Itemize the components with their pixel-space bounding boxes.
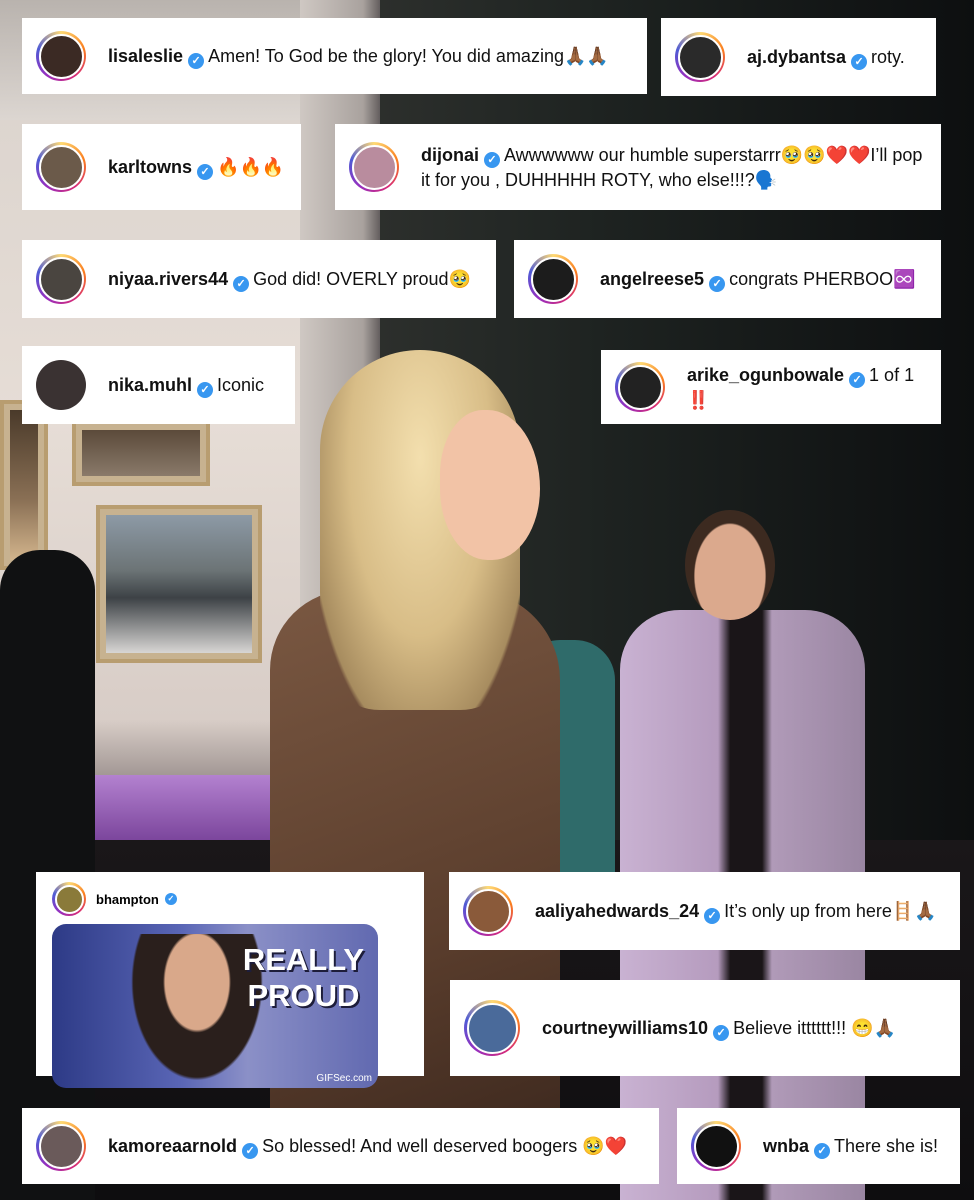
- verified-icon: ✓: [233, 275, 250, 292]
- verified-icon: ✓: [197, 381, 214, 398]
- avatar[interactable]: [36, 31, 86, 81]
- comment-text: God did! OVERLY proud🥹: [253, 268, 471, 289]
- verified-icon: ✓: [709, 275, 726, 292]
- comment-card: niyaa.rivers44 ✓ God did! OVERLY proud🥹: [22, 240, 496, 318]
- avatar[interactable]: [464, 1000, 520, 1056]
- gif-comment-card: bhampton ✓ REALLY PROUD GIFSec.com: [36, 872, 424, 1088]
- wall-frame: [72, 420, 210, 486]
- username[interactable]: angelreese5: [600, 269, 704, 289]
- wall-frame-left: [0, 400, 48, 570]
- avatar[interactable]: [36, 254, 86, 304]
- verified-icon: ✓: [164, 893, 177, 905]
- username[interactable]: kamoreaarnold: [108, 1136, 237, 1156]
- username[interactable]: aj.dybantsa: [747, 47, 846, 67]
- username[interactable]: karltowns: [108, 157, 192, 177]
- comment-card: angelreese5 ✓ congrats PHERBOO♾️: [514, 240, 941, 318]
- verified-icon: ✓: [849, 371, 866, 388]
- comment-card: arike_ogunbowale ✓ 1 of 1 ‼️: [601, 350, 941, 424]
- comment-card: kamoreaarnold ✓ So blessed! And well deser…: [22, 1108, 659, 1184]
- avatar[interactable]: [528, 254, 578, 304]
- verified-icon: ✓: [704, 907, 721, 924]
- comment-text: It’s only up from here🪜🙏🏾: [724, 900, 937, 921]
- wall-frame-photo: [96, 505, 262, 663]
- person-lavender-jacket: [620, 510, 870, 1200]
- comment-text: Believe itttttt!!! 😁🙏🏾: [733, 1017, 896, 1038]
- avatar[interactable]: [615, 362, 665, 412]
- username[interactable]: niyaa.rivers44: [108, 269, 228, 289]
- comment-card: courtneywilliams10 ✓ Believe itttttt!!! 😁🙏…: [450, 980, 960, 1076]
- comment-text: Awwwwww our humble superstarrr🥹🥹❤️❤️I’ll…: [421, 144, 923, 190]
- verified-icon: ✓: [851, 53, 868, 70]
- avatar[interactable]: [349, 142, 399, 192]
- verified-icon: ✓: [814, 1142, 831, 1159]
- avatar[interactable]: [463, 886, 513, 936]
- avatar[interactable]: [675, 32, 725, 82]
- verified-icon: ✓: [242, 1142, 259, 1159]
- verified-icon: ✓: [484, 151, 500, 168]
- username[interactable]: courtneywilliams10: [542, 1018, 708, 1038]
- gif-image[interactable]: REALLY PROUD GIFSec.com: [52, 924, 378, 1088]
- gif-credit: GIFSec.com: [316, 1073, 372, 1084]
- username[interactable]: aaliyahedwards_24: [535, 901, 699, 921]
- comment-card: karltowns ✓ 🔥🔥🔥: [22, 124, 301, 210]
- comment-card: lisaleslie ✓ Amen! To God be the glory! Yo…: [22, 18, 647, 94]
- username[interactable]: dijonai: [421, 145, 479, 165]
- comment-text: roty.: [871, 46, 905, 67]
- comment-card: nika.muhl ✓ Iconic: [22, 346, 295, 424]
- avatar[interactable]: [36, 142, 86, 192]
- wnba-logo-avatar[interactable]: [691, 1121, 741, 1171]
- verified-icon: ✓: [713, 1024, 730, 1041]
- comment-card: wnba ✓ There she is!: [677, 1108, 960, 1184]
- comment-text: congrats PHERBOO♾️: [729, 268, 916, 289]
- avatar[interactable]: [36, 1121, 86, 1171]
- username[interactable]: bhampton: [96, 892, 159, 907]
- comment-card: aj.dybantsa ✓ roty.: [661, 18, 936, 96]
- avatar[interactable]: [52, 882, 86, 916]
- comment-text: Amen! To God be the glory! You did amazi…: [208, 45, 609, 66]
- gif-caption: REALLY PROUD: [242, 942, 364, 1013]
- comment-card: dijonai ✓ Awwwwww our humble superstarrr🥹🥹…: [335, 124, 941, 210]
- comment-text: 🔥🔥🔥: [217, 156, 285, 177]
- comment-text: Iconic: [217, 374, 265, 395]
- avatar[interactable]: [36, 360, 86, 410]
- comment-text: There she is!: [834, 1135, 939, 1156]
- verified-icon: ✓: [188, 52, 205, 69]
- username[interactable]: nika.muhl: [108, 375, 192, 395]
- comment-card: aaliyahedwards_24 ✓ It’s only up from here…: [449, 872, 960, 950]
- username[interactable]: arike_ogunbowale: [687, 365, 844, 385]
- purple-light: [80, 775, 290, 845]
- verified-icon: ✓: [197, 163, 214, 180]
- username[interactable]: lisaleslie: [108, 46, 183, 66]
- comment-text: So blessed! And well deserved boogers 🥹❤…: [262, 1135, 628, 1156]
- username[interactable]: wnba: [763, 1136, 809, 1156]
